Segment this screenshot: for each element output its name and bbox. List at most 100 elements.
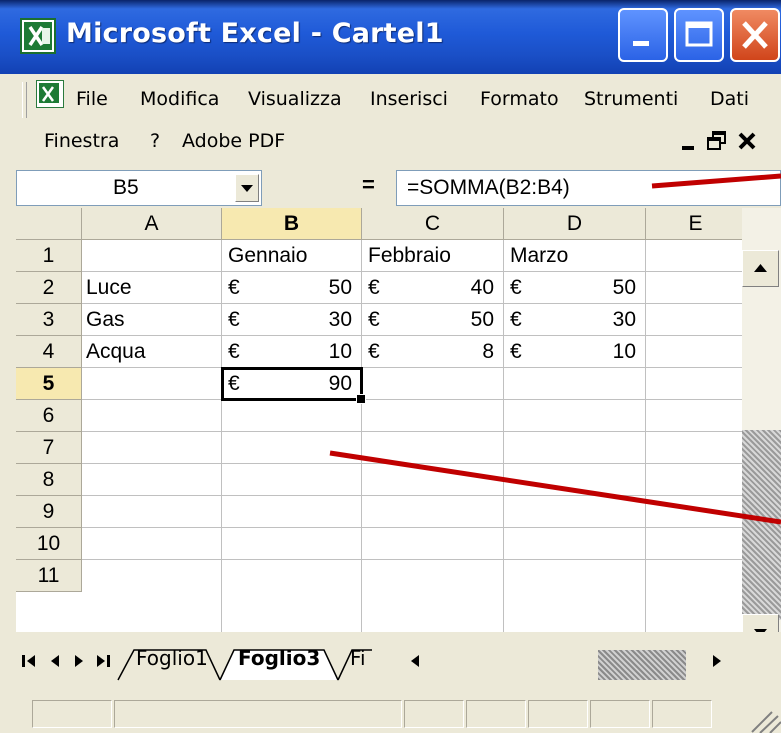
status-pane — [528, 700, 588, 728]
menu-grip[interactable] — [22, 82, 27, 118]
formula-text: =SOMMA(B2:B4) — [407, 176, 570, 199]
row-header-9[interactable]: 9 — [16, 496, 82, 528]
cell-c2-currency: € — [368, 276, 380, 299]
menu-file[interactable]: File — [76, 88, 108, 110]
prev-sheet-button[interactable] — [44, 646, 66, 676]
cell-c3[interactable]: 50 — [406, 308, 494, 332]
cell-c2[interactable]: 40 — [406, 276, 494, 300]
title-bar[interactable]: Microsoft Excel - Cartel1 — [0, 0, 781, 74]
next-sheet-button[interactable] — [68, 646, 90, 676]
row-header-2[interactable]: 2 — [16, 272, 82, 304]
menu-modifica[interactable]: Modifica — [140, 88, 219, 110]
scroll-up-button[interactable] — [742, 250, 779, 287]
prev-sheet-icon — [51, 655, 59, 667]
cell-c3-currency: € — [368, 308, 380, 331]
row-header-4[interactable]: 4 — [16, 336, 82, 368]
excel-logo-icon[interactable] — [20, 18, 56, 54]
cell-d1[interactable]: Marzo — [510, 244, 568, 268]
cell-c1[interactable]: Febbraio — [368, 244, 451, 268]
close-icon — [742, 21, 768, 49]
name-box[interactable]: B5 — [16, 170, 262, 206]
maximize-button[interactable] — [674, 8, 724, 62]
doc-close-button[interactable] — [734, 128, 760, 154]
sheet-tab-partial[interactable]: Fi — [350, 646, 366, 670]
gridline — [82, 399, 781, 400]
menu-finestra[interactable]: Finestra — [44, 130, 119, 152]
row-header-8[interactable]: 8 — [16, 464, 82, 496]
cell-b2-currency: € — [228, 276, 240, 299]
name-box-value: B5 — [113, 176, 139, 199]
row-header-5[interactable]: 5 — [16, 368, 82, 400]
close-button[interactable] — [730, 8, 780, 62]
cell-b2[interactable]: 50 — [266, 276, 352, 300]
gridline — [82, 271, 781, 272]
minimize-button[interactable] — [618, 8, 668, 62]
menu-formato[interactable]: Formato — [480, 88, 559, 110]
doc-restore-icon — [707, 131, 726, 150]
cell-c4[interactable]: 8 — [406, 340, 494, 364]
cell-d3[interactable]: 30 — [548, 308, 636, 332]
tab-scroll-left-icon — [411, 655, 419, 667]
row-header-6[interactable]: 6 — [16, 400, 82, 432]
select-all-corner[interactable] — [16, 208, 82, 240]
column-header-a[interactable]: A — [82, 208, 222, 240]
cell-b1[interactable]: Gennaio — [228, 244, 307, 268]
row-header-7[interactable]: 7 — [16, 432, 82, 464]
row-header-3[interactable]: 3 — [16, 304, 82, 336]
gridline — [82, 303, 781, 304]
first-sheet-icon — [22, 655, 35, 667]
menu-inserisci[interactable]: Inserisci — [370, 88, 448, 110]
cell-a3[interactable]: Gas — [86, 308, 125, 332]
tab-split-scroll-left[interactable] — [404, 646, 426, 676]
row-header-1[interactable]: 1 — [16, 240, 82, 272]
doc-restore-button[interactable] — [704, 128, 730, 154]
menu-strumenti[interactable]: Strumenti — [584, 88, 678, 110]
gridline — [82, 431, 781, 432]
name-box-dropdown[interactable] — [235, 174, 259, 202]
fill-handle[interactable] — [356, 394, 366, 404]
cell-d4[interactable]: 10 — [548, 340, 636, 364]
status-pane — [652, 700, 712, 728]
last-sheet-button[interactable] — [92, 646, 114, 676]
minimize-icon — [633, 41, 649, 46]
first-sheet-button[interactable] — [18, 646, 40, 676]
sheet-tab-foglio1[interactable]: Foglio1 — [136, 646, 208, 670]
cell-b3[interactable]: 30 — [266, 308, 352, 332]
vertical-scroll-thumb[interactable] — [742, 430, 781, 620]
cell-a4[interactable]: Acqua — [86, 340, 146, 364]
doc-minimize-icon — [682, 146, 694, 150]
scroll-right-icon — [713, 655, 721, 667]
column-header-b[interactable]: B — [222, 208, 362, 240]
active-cell-border — [221, 367, 363, 401]
worksheet-grid[interactable]: A B C D E 1 2 3 4 5 6 7 8 9 10 11 Gennai… — [16, 208, 781, 688]
gridline — [82, 367, 781, 368]
formula-equals-label: = — [362, 172, 375, 197]
gridline — [645, 240, 646, 632]
column-header-c[interactable]: C — [362, 208, 504, 240]
cell-a2[interactable]: Luce — [86, 276, 132, 300]
row-header-11[interactable]: 11 — [16, 560, 82, 592]
horizontal-scroll-right[interactable] — [706, 646, 728, 676]
last-sheet-icon — [97, 655, 110, 667]
dropdown-arrow-icon — [241, 185, 253, 192]
formula-input[interactable]: =SOMMA(B2:B4) — [396, 170, 781, 206]
row-header-10[interactable]: 10 — [16, 528, 82, 560]
column-header-d[interactable]: D — [504, 208, 646, 240]
cell-b4[interactable]: 10 — [266, 340, 352, 364]
maximize-icon — [685, 21, 713, 47]
menu-dati[interactable]: Dati — [710, 88, 749, 110]
gridline — [361, 240, 362, 632]
gridline — [82, 335, 781, 336]
column-header-e[interactable]: E — [646, 208, 746, 240]
status-pane — [590, 700, 650, 728]
menu-adobe-pdf[interactable]: Adobe PDF — [182, 130, 285, 152]
doc-minimize-button[interactable] — [676, 128, 702, 154]
gridline — [82, 559, 781, 560]
menu-visualizza[interactable]: Visualizza — [248, 88, 342, 110]
sheet-tab-foglio3[interactable]: Foglio3 — [238, 646, 320, 670]
excel-window: Microsoft Excel - Cartel1 File Modifica … — [0, 0, 781, 733]
menu-help[interactable]: ? — [150, 130, 160, 152]
horizontal-scroll-thumb[interactable] — [598, 650, 686, 680]
cell-d2[interactable]: 50 — [548, 276, 636, 300]
workbook-icon[interactable] — [36, 80, 64, 108]
